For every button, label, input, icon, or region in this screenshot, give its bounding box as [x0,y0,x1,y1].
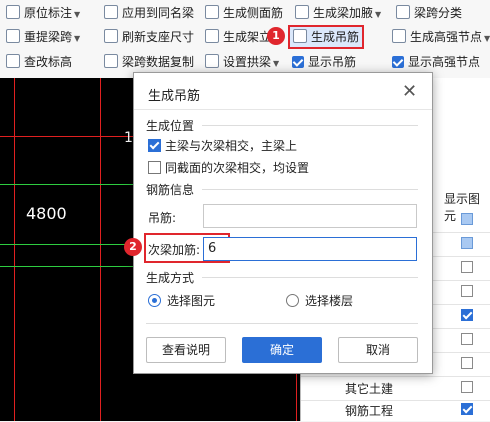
section-divider [202,277,418,278]
radio-select-element[interactable]: 选择图元 [148,292,215,309]
checkbox-checked-icon[interactable] [148,139,161,152]
axis-line [100,78,101,421]
arch-beam-icon [205,54,219,68]
refresh-support-button[interactable]: 刷新支座尺寸 [104,27,194,47]
apply-same-beam-icon [104,5,118,19]
original-annotation-button[interactable]: 原位标注 ▼ [6,3,80,23]
chevron-down-icon: ▼ [74,34,81,43]
erection-bar-icon [205,29,219,43]
section-divider [202,125,418,126]
radio-select-floor[interactable]: 选择楼层 [286,292,353,309]
radio-selected-icon[interactable] [148,294,161,307]
step-badge-2: 2 [124,238,142,256]
arch-beam-button[interactable]: 设置拱梁 ▼ [205,52,279,72]
side-rebar-button[interactable]: 生成侧面筋 [205,3,283,23]
span-copy-icon [104,54,118,68]
same-section-option[interactable]: 同截面的次梁相交，均设置 [148,159,309,176]
dimension-label: 4800 [26,204,67,223]
refresh-support-icon [104,29,118,43]
display-checkbox[interactable] [461,357,473,369]
ok-button[interactable]: 确定 [242,337,322,363]
section-rebar-label: 钢筋信息 [146,183,195,197]
high-strength-node-button[interactable]: 生成高强节点 ▼ [392,27,490,47]
display-checkbox[interactable] [461,381,473,393]
checkbox-checked-icon [392,56,404,68]
chevron-down-icon: ▼ [375,10,382,19]
secondary-beam-input[interactable]: 6 [203,237,417,261]
beam-haunch-icon [295,5,309,19]
axis-number: 1 [124,130,133,146]
span-classify-icon [396,5,410,19]
display-checkbox[interactable] [461,403,473,415]
beam-haunch-button[interactable]: 生成梁加腋 ▼ [295,3,381,23]
hanger-bar-icon [293,29,307,43]
dialog-title: 生成吊筋 [148,89,201,104]
reextract-span-icon [6,29,20,43]
help-button[interactable]: 查看说明 [146,337,226,363]
radio-unselected-icon[interactable] [286,294,299,307]
side-rebar-icon [205,5,219,19]
span-classify-button[interactable]: 梁跨分类 [396,3,462,23]
hanger-label: 吊筋: [148,211,177,225]
main-secondary-option[interactable]: 主梁与次梁相交，主梁上 [148,137,297,154]
generate-hanger-bar-button[interactable]: 生成吊筋 [288,25,365,49]
footer-divider [146,323,418,324]
cancel-button[interactable]: 取消 [338,337,418,363]
display-checkbox[interactable] [461,213,473,225]
step-badge-1: 1 [267,27,285,45]
section-divider [202,189,418,190]
apply-same-beam-button[interactable]: 应用到同名梁 [104,3,194,23]
elevation-icon [6,54,20,68]
list-item[interactable]: 钢筋工程 [301,398,490,422]
section-method-label: 生成方式 [146,271,195,285]
display-checkbox[interactable] [461,333,473,345]
show-high-strength-checkbox[interactable]: 显示高强节点 [392,52,480,72]
reextract-span-button[interactable]: 重提梁跨 ▼ [6,27,80,47]
secondary-beam-label: 次梁加筋: [148,243,201,257]
section-position-label: 生成位置 [146,119,195,133]
axis-line [14,78,15,421]
display-checkbox[interactable] [461,309,473,321]
hanger-input[interactable] [203,204,417,228]
display-checkbox[interactable] [461,261,473,273]
show-hanger-checkbox[interactable]: 显示吊筋 [292,52,356,72]
generate-hanger-dialog: 生成吊筋 ✕ 生成位置 主梁与次梁相交，主梁上 同截面的次梁相交，均设置 钢筋信… [124,72,433,374]
span-copy-button[interactable]: 梁跨数据复制 [104,52,194,72]
checkbox-checked-icon [292,56,304,68]
title-divider [134,109,432,110]
chevron-down-icon: ▼ [484,34,490,43]
edit-annotation-icon [6,5,20,19]
high-strength-node-icon [392,29,406,43]
close-icon[interactable]: ✕ [402,81,417,102]
elevation-button[interactable]: 查改标高 [6,52,72,72]
chevron-down-icon: ▼ [74,10,81,19]
ribbon-toolbar: 原位标注 ▼ 应用到同名梁 生成侧面筋 生成梁加腋 ▼ 梁跨分类 重提梁跨 ▼ 刷新支… [0,0,490,79]
display-checkbox[interactable] [461,285,473,297]
checkbox-unchecked-icon[interactable] [148,161,161,174]
chevron-down-icon: ▼ [273,59,280,68]
display-checkbox[interactable] [461,237,473,249]
